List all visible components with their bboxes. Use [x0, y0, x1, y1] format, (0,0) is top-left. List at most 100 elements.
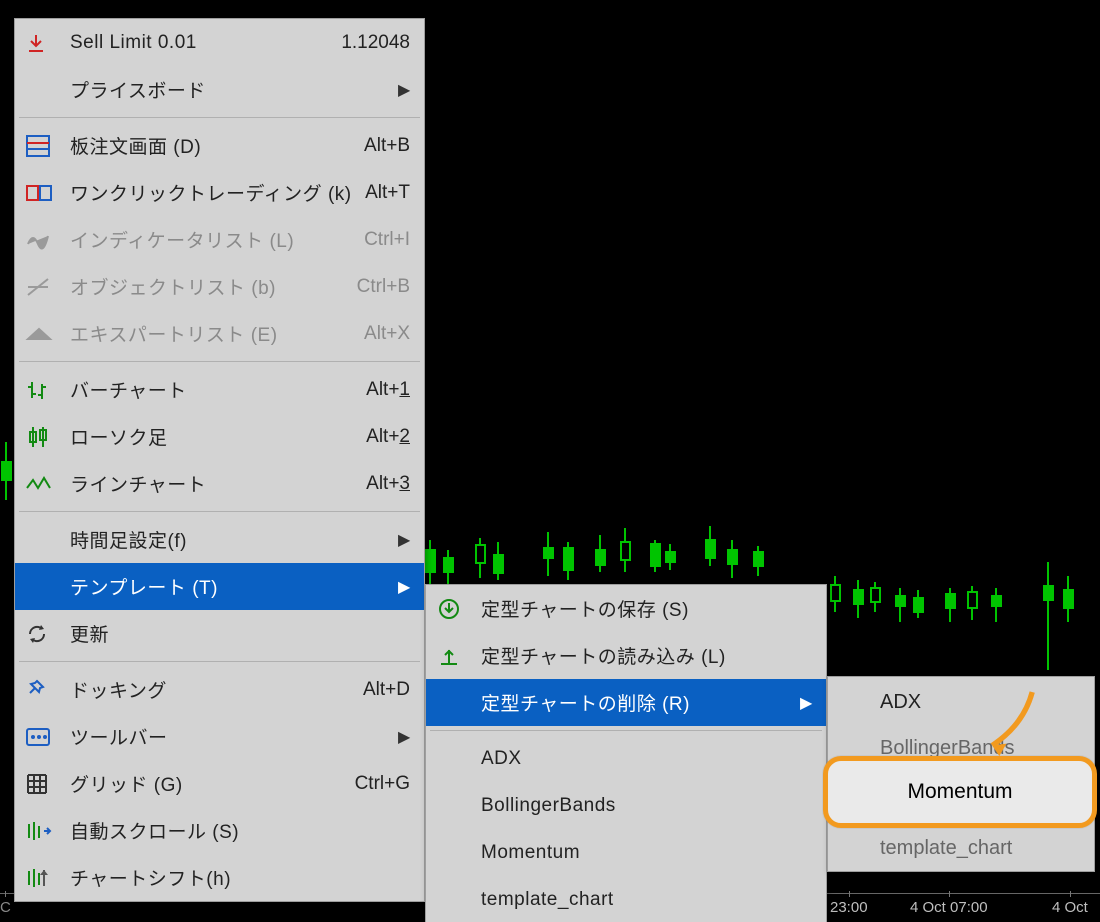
chartshift-icon — [26, 865, 70, 891]
menu-label: BollingerBands — [481, 795, 812, 817]
menu-label: プライスボード — [70, 76, 398, 103]
menu-item-docking[interactable]: ドッキング Alt+D — [15, 666, 424, 713]
submenu-template-item[interactable]: template_chart — [426, 876, 826, 922]
line-chart-icon — [26, 471, 70, 497]
candlestick-icon — [26, 424, 70, 450]
menu-label: ラインチャート — [70, 470, 356, 497]
menu-item-autoscroll[interactable]: 自動スクロール (S) — [15, 807, 424, 854]
menu-label: インディケータリスト (L) — [70, 226, 354, 253]
x-tick: 23:00 — [830, 899, 868, 916]
menu-shortcut: Ctrl+B — [347, 276, 410, 298]
submenu-template-item[interactable]: ADX — [426, 735, 826, 782]
menu-item-timeframe[interactable]: 時間足設定(f) ▶ — [15, 516, 424, 563]
menu-item-template[interactable]: テンプレート (T) ▶ — [15, 563, 424, 610]
menu-label: 定型チャートの保存 (S) — [481, 595, 812, 622]
menu-label: ツールバー — [70, 723, 398, 750]
depth-icon — [26, 133, 70, 159]
menu-label: ローソク足 — [70, 423, 356, 450]
menu-label: チャートシフト(h) — [70, 864, 410, 891]
menu-label: ADX — [481, 748, 812, 770]
menu-shortcut: Alt+B — [354, 135, 410, 157]
menu-item-chartshift[interactable]: チャートシフト(h) — [15, 854, 424, 901]
pin-icon — [26, 677, 70, 703]
submenu-item-delete-template[interactable]: 定型チャートの削除 (R) ▶ — [426, 679, 826, 726]
menu-item-refresh[interactable]: 更新 — [15, 610, 424, 657]
delete-menu-item[interactable]: template_chart — [828, 825, 1094, 871]
submenu-caret-icon: ▶ — [800, 693, 812, 713]
submenu-template-item[interactable]: BollingerBands — [426, 782, 826, 829]
menu-item-bar-chart[interactable]: バーチャート Alt+1 — [15, 366, 424, 413]
blank-icon — [26, 574, 70, 600]
menu-item-price-board[interactable]: プライスボード ▶ — [15, 66, 424, 113]
menu-label: バーチャート — [70, 376, 356, 403]
blank-icon — [437, 840, 481, 866]
menu-separator — [19, 511, 420, 512]
menu-item-line-chart[interactable]: ラインチャート Alt+3 — [15, 460, 424, 507]
object-icon — [26, 274, 70, 300]
menu-label: ドッキング — [70, 676, 353, 703]
expert-icon — [26, 321, 70, 347]
context-menu-delete-template: ADX BollingerBands template_chart — [827, 676, 1095, 872]
menu-label: 更新 — [70, 620, 410, 647]
bar-chart-icon — [26, 377, 70, 403]
autoscroll-icon — [26, 818, 70, 844]
blank-icon — [437, 887, 481, 913]
blank-icon — [437, 690, 481, 716]
menu-item-grid[interactable]: グリッド (G) Ctrl+G — [15, 760, 424, 807]
blank-icon — [437, 746, 481, 772]
submenu-item-load-template[interactable]: 定型チャートの読み込み (L) — [426, 632, 826, 679]
submenu-caret-icon: ▶ — [398, 577, 410, 597]
menu-label: BollingerBands — [880, 737, 1015, 760]
blank-icon — [26, 77, 70, 103]
indicator-icon — [26, 227, 70, 253]
menu-separator — [430, 730, 822, 731]
menu-label: オブジェクトリスト (b) — [70, 273, 347, 300]
menu-label: エキスパートリスト (E) — [70, 320, 354, 347]
submenu-item-save-template[interactable]: 定型チャートの保存 (S) — [426, 585, 826, 632]
menu-label: template_chart — [481, 889, 812, 911]
menu-label: グリッド (G) — [70, 770, 345, 797]
submenu-caret-icon: ▶ — [398, 530, 410, 550]
menu-separator — [19, 361, 420, 362]
menu-label: Momentum — [481, 842, 812, 864]
menu-item-candlestick[interactable]: ローソク足 Alt+2 — [15, 413, 424, 460]
menu-label: 定型チャートの削除 (R) — [481, 689, 800, 716]
submenu-caret-icon: ▶ — [398, 80, 410, 100]
x-tick: C — [0, 899, 11, 916]
menu-label: 自動スクロール (S) — [70, 817, 410, 844]
menu-shortcut: Ctrl+G — [345, 773, 410, 795]
blank-icon — [26, 527, 70, 553]
menu-label: Sell Limit 0.01 — [70, 32, 331, 54]
menu-item-indicator-list: インディケータリスト (L) Ctrl+I — [15, 216, 424, 263]
menu-shortcut: Alt+D — [353, 679, 410, 701]
menu-shortcut: Alt+T — [355, 182, 410, 204]
context-menu-template: 定型チャートの保存 (S) 定型チャートの読み込み (L) 定型チャートの削除 … — [425, 584, 827, 922]
oneclick-icon — [26, 180, 70, 206]
context-menu-main: Sell Limit 0.01 1.12048 プライスボード ▶ 板注文画面 … — [14, 18, 425, 902]
menu-item-depth[interactable]: 板注文画面 (D) Alt+B — [15, 122, 424, 169]
menu-item-sell-limit[interactable]: Sell Limit 0.01 1.12048 — [15, 19, 424, 66]
submenu-template-item[interactable]: Momentum — [426, 829, 826, 876]
menu-label: 時間足設定(f) — [70, 526, 398, 553]
sell-arrow-icon — [26, 30, 70, 56]
menu-label: 定型チャートの読み込み (L) — [481, 642, 812, 669]
menu-item-object-list: オブジェクトリスト (b) Ctrl+B — [15, 263, 424, 310]
menu-item-expert-list: エキスパートリスト (E) Alt+X — [15, 310, 424, 357]
refresh-icon — [26, 621, 70, 647]
menu-label: 板注文画面 (D) — [70, 132, 354, 159]
menu-item-oneclick[interactable]: ワンクリックトレーディング (k) Alt+T — [15, 169, 424, 216]
load-icon — [437, 643, 481, 669]
delete-menu-item[interactable]: ADX — [828, 679, 1094, 725]
save-icon — [437, 596, 481, 622]
x-tick: 4 Oct 07:00 — [910, 899, 988, 916]
menu-shortcut: Ctrl+I — [354, 229, 410, 251]
menu-value: 1.12048 — [331, 32, 410, 54]
menu-separator — [19, 661, 420, 662]
blank-icon — [437, 793, 481, 819]
menu-label: template_chart — [880, 837, 1012, 860]
menu-separator — [19, 117, 420, 118]
submenu-caret-icon: ▶ — [398, 727, 410, 747]
menu-shortcut: Alt+X — [354, 323, 410, 345]
menu-item-toolbar[interactable]: ツールバー ▶ — [15, 713, 424, 760]
delete-menu-item[interactable]: BollingerBands — [828, 725, 1094, 771]
